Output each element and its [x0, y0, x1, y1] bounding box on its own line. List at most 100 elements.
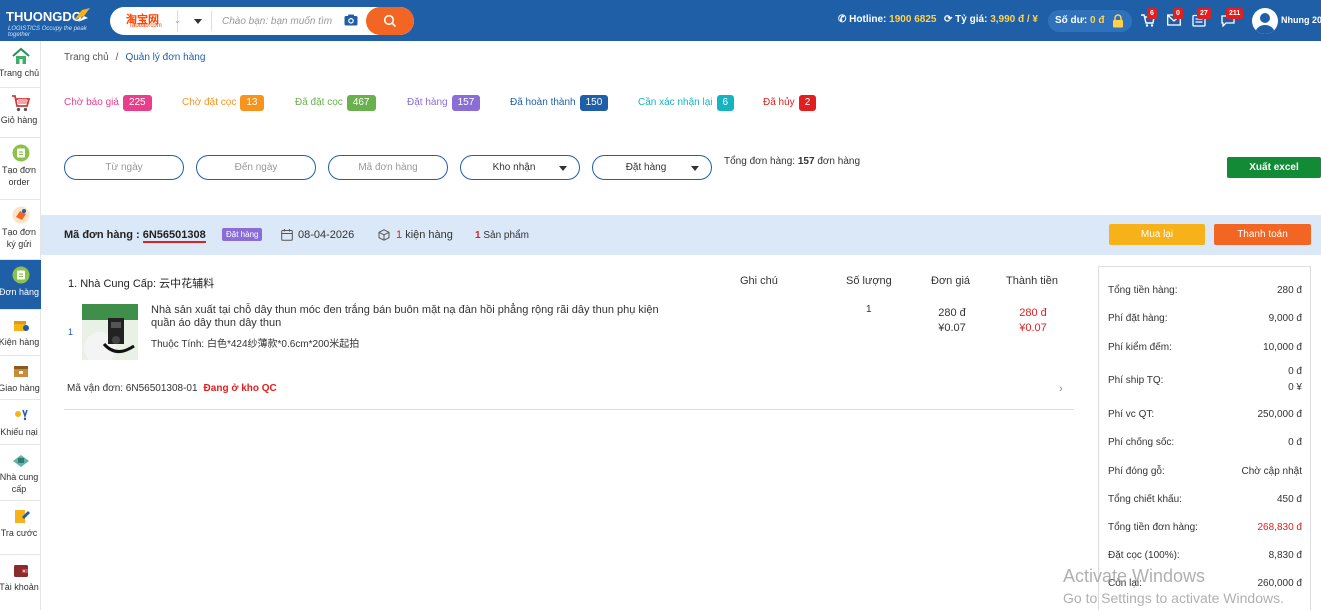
- product-image[interactable]: [82, 304, 138, 360]
- waybill-code: Mã vận đơn: 6N56501308-01: [67, 383, 198, 394]
- status-label: Cần xác nhận lại: [638, 97, 713, 108]
- status-count-badge: 157: [451, 95, 481, 111]
- sidebar-item-label-2: ký gửi: [6, 239, 32, 249]
- sidebar-item-label: Đơn hàng: [0, 287, 39, 297]
- sidebar-item-consignment[interactable]: Tạo đơn ký gửi: [0, 200, 41, 260]
- summary-label: Phí đặt hàng:: [1108, 313, 1168, 324]
- export-excel-button[interactable]: Xuất excel: [1227, 157, 1321, 178]
- summary-row: Phí ship TQ: 0 đ 0 ¥: [1108, 366, 1302, 396]
- sidebar-item-delivery[interactable]: Giao hàng: [0, 356, 41, 400]
- subtotal-vnd: 280 đ: [1019, 307, 1047, 319]
- avatar[interactable]: [1252, 8, 1278, 34]
- camera-icon[interactable]: [344, 14, 358, 26]
- sidebar-item-packages[interactable]: Kiện hàng: [0, 310, 41, 356]
- cart-button[interactable]: 6: [1141, 8, 1157, 28]
- orders-icon: [12, 266, 29, 284]
- search-input[interactable]: [222, 13, 340, 29]
- product-attr-label: Thuộc Tính:: [151, 339, 205, 350]
- status-tab-deposited[interactable]: Đã đặt cọc 467: [295, 95, 376, 111]
- warehouse-select[interactable]: Kho nhận: [460, 155, 580, 180]
- status-tab-ordered[interactable]: Đặt hàng 157: [407, 95, 481, 111]
- chat-button[interactable]: 211: [1221, 8, 1244, 28]
- balance[interactable]: Số dư: 0 đ: [1048, 10, 1132, 32]
- status-label: Đã hủy: [763, 97, 795, 108]
- status-label: Chờ đặt cọc: [182, 97, 237, 108]
- source-site-selector[interactable]: 淘宝网 Taobao.com ⌄: [116, 10, 181, 32]
- sidebar-item-create-order[interactable]: Tạo đơn order: [0, 138, 41, 200]
- sidebar-item-label: Giỏ hàng: [0, 115, 38, 125]
- sidebar-item-cart[interactable]: Giỏ hàng: [0, 88, 41, 138]
- unit-price-cny: ¥0.07: [938, 322, 966, 334]
- sidebar-item-shipping-fee[interactable]: Tra cước: [0, 501, 41, 555]
- order-code-input[interactable]: Mã đơn hàng: [328, 155, 448, 180]
- status-tab-cancelled[interactable]: Đã hủy 2: [763, 95, 817, 111]
- cart-icon: [11, 95, 30, 112]
- column-unit-price: Đơn giá: [931, 275, 971, 287]
- order-summary: Tổng tiền hàng: 280 đ Phí đặt hàng: 9,000 …: [1098, 266, 1311, 610]
- unit-price-vnd: 280 đ: [938, 307, 966, 319]
- pay-button[interactable]: Thanh toán: [1214, 224, 1311, 245]
- item-quantity: 1: [866, 304, 872, 315]
- complaint-icon: [14, 409, 28, 421]
- status-badge: Đặt hàng: [222, 228, 263, 241]
- divider: [64, 409, 1074, 410]
- summary-label: Tổng chiết khấu:: [1108, 494, 1182, 505]
- status-tab-waiting-quote[interactable]: Chờ báo giá 225: [64, 95, 152, 111]
- user-name[interactable]: Nhung 20: [1281, 15, 1321, 25]
- status-label: Chờ báo giá: [64, 97, 119, 108]
- orders-badge: 27: [1197, 8, 1211, 19]
- summary-value: 250,000 đ: [1257, 409, 1303, 420]
- shipping-fee-icon: [14, 510, 30, 523]
- box-icon: [378, 229, 390, 241]
- summary-value-cny: 0 ¥: [1288, 382, 1302, 393]
- chevron-down-icon: [691, 166, 699, 171]
- waybill[interactable]: Mã vận đơn: 6N56501308-01 Đang ở kho QC: [67, 383, 277, 394]
- status-tab-waiting-deposit[interactable]: Chờ đặt cọc 13: [182, 95, 264, 111]
- orders-notify-button[interactable]: 27: [1192, 8, 1211, 28]
- sidebar-item-supplier[interactable]: Nhà cung cấp: [0, 445, 41, 501]
- search-dropdown-button[interactable]: [186, 11, 212, 31]
- hotline-label: Hotline:: [849, 14, 887, 25]
- from-date-input[interactable]: Từ ngày: [64, 155, 184, 180]
- search-button[interactable]: [366, 7, 414, 35]
- supplier-name[interactable]: 云中花辅料: [159, 278, 214, 290]
- order-status-select[interactable]: Đặt hàng: [592, 155, 712, 180]
- rebuy-button[interactable]: Mua lại: [1109, 224, 1205, 245]
- product-name[interactable]: Nhà sản xuất tại chỗ dây thun móc đen tr…: [151, 304, 681, 330]
- item-index: 1: [68, 327, 74, 337]
- sidebar-item-account[interactable]: Tài khoản: [0, 555, 41, 610]
- order-code-link[interactable]: 6N56501308: [142, 229, 206, 243]
- balance-value: 0 đ: [1090, 15, 1105, 26]
- column-quantity: Số lượng: [846, 275, 892, 287]
- sidebar-item-label-2: cấp: [11, 484, 27, 494]
- refresh-icon: ⟳: [944, 14, 953, 25]
- breadcrumb-home[interactable]: Trang chủ: [64, 52, 109, 63]
- summary-value: 280 đ: [1276, 285, 1302, 296]
- status-tab-reconfirm[interactable]: Cần xác nhận lại 6: [638, 95, 735, 111]
- chevron-down-icon: ⌄: [174, 16, 181, 25]
- supplier-icon: [12, 455, 29, 467]
- sidebar-item-label: Tài khoản: [0, 582, 39, 592]
- column-note: Ghi chú: [740, 275, 778, 287]
- breadcrumb: Trang chủ / Quản lý đơn hàng: [64, 52, 205, 63]
- subtotal-cny: ¥0.07: [1019, 322, 1047, 334]
- lock-icon: [1113, 14, 1123, 28]
- package-count: 1 kiện hàng: [396, 229, 453, 241]
- total-orders-label: Tổng đơn hàng:: [724, 156, 796, 167]
- sidebar-item-label: Giao hàng: [0, 383, 40, 393]
- chevron-right-icon[interactable]: ›: [1059, 383, 1063, 395]
- sidebar-item-label: Tra cước: [0, 528, 38, 538]
- sidebar-item-complaint[interactable]: Khiếu nại: [0, 400, 41, 445]
- to-date-input[interactable]: Đến ngày: [196, 155, 316, 180]
- logo[interactable]: THUONGDO LOGISTICS Occupy the peak toget…: [6, 6, 92, 38]
- sidebar-item-home[interactable]: Trang chủ: [0, 41, 41, 88]
- summary-label: Phí vc QT:: [1108, 409, 1155, 420]
- sidebar-item-label: Tạo đơn: [2, 227, 36, 237]
- waybill-state: Đang ở kho QC: [203, 383, 277, 394]
- status-tab-completed[interactable]: Đã hoàn thành 150: [510, 95, 609, 111]
- sidebar-item-orders[interactable]: Đơn hàng: [0, 260, 41, 310]
- breadcrumb-separator: /: [115, 52, 119, 63]
- sidebar: Trang chủ Giỏ hàng Tạo đơn order Tạo đơn…: [0, 41, 41, 610]
- mail-button[interactable]: 0: [1167, 8, 1183, 28]
- sidebar-item-label: Trang chủ: [0, 68, 40, 78]
